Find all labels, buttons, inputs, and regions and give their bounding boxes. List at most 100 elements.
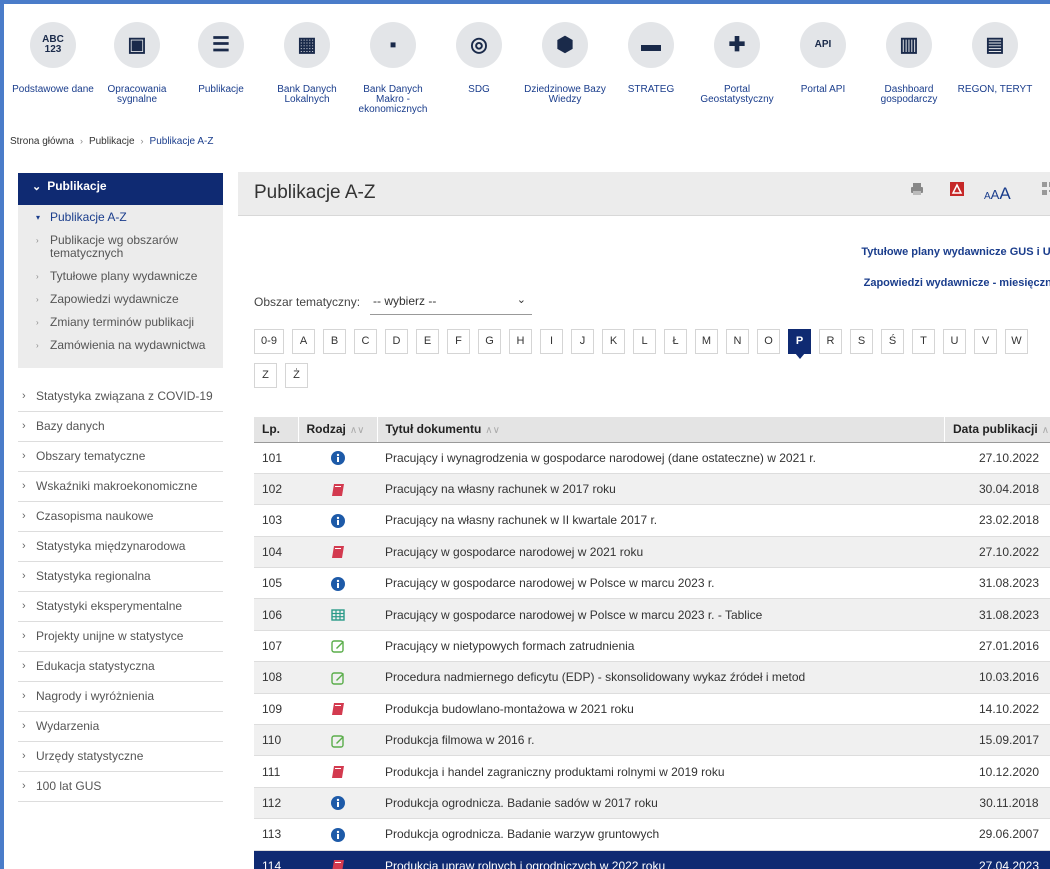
sidebar-subitem[interactable]: › Tytułowe plany wydawnicze	[18, 268, 223, 285]
letter-button[interactable]: 0-9	[254, 329, 284, 354]
sidebar-item[interactable]: › Projekty unijne w statystyce	[18, 622, 223, 652]
pdf-icon[interactable]	[950, 182, 964, 200]
letter-button[interactable]: G	[478, 329, 501, 354]
row-title[interactable]: Procedura nadmiernego deficytu (EDP) - s…	[377, 661, 945, 694]
row-title[interactable]: Produkcja i handel zagraniczny produktam…	[377, 755, 945, 788]
table-row[interactable]: 113 Produkcja ogrodnicza. Badanie warzyw …	[254, 818, 1050, 851]
letter-button[interactable]: J	[571, 329, 594, 354]
column-type[interactable]: Rodzaj ∧∨	[298, 417, 378, 443]
font-large-button[interactable]: A	[999, 184, 1010, 203]
letter-button[interactable]: K	[602, 329, 625, 354]
sidebar-item[interactable]: › Wskaźniki makroekonomiczne	[18, 472, 223, 502]
topic-select[interactable]: -- wybierz -- ⌄	[370, 290, 532, 315]
sidebar-subitem[interactable]: › Zapowiedzi wydawnicze	[18, 291, 223, 308]
sidebar-item[interactable]: › Statystyka regionalna	[18, 562, 223, 592]
letter-button[interactable]: U	[943, 329, 966, 354]
qr-code-icon[interactable]	[1042, 182, 1050, 200]
table-row[interactable]: 112 Produkcja ogrodnicza. Badanie sadów w…	[254, 787, 1050, 820]
table-row[interactable]: 110 Produkcja filmowa w 2016 r. 15.09.2017	[254, 724, 1050, 757]
row-title[interactable]: Produkcja filmowa w 2016 r.	[377, 724, 945, 757]
topnav-item[interactable]: ▬ STRATEG	[608, 22, 694, 95]
sidebar-header-publications[interactable]: ⌄ Publikacje	[18, 173, 223, 205]
sort-icon[interactable]: ∧∨	[1042, 425, 1050, 436]
row-title[interactable]: Pracujący w gospodarce narodowej w Polsc…	[377, 567, 945, 600]
row-title[interactable]: Pracujący i wynagrodzenia w gospodarce n…	[377, 442, 945, 474]
topnav-item[interactable]: ▪ Bank Danych Makro - ekonomicznych	[350, 22, 436, 115]
topnav-item[interactable]: ☰ Publikacje	[178, 22, 264, 95]
table-row[interactable]: 114 Produkcja upraw rolnych i ogrodniczyc…	[254, 850, 1050, 869]
sidebar-item[interactable]: › Edukacja statystyczna	[18, 652, 223, 682]
letter-button[interactable]: H	[509, 329, 532, 354]
sidebar-subitem[interactable]: › Publikacje wg obszarów tematycznych	[18, 232, 223, 262]
letter-button[interactable]: Z	[254, 363, 277, 388]
letter-button[interactable]: O	[757, 329, 780, 354]
row-title[interactable]: Pracujący na własny rachunek w 2017 roku	[377, 473, 945, 506]
letter-button[interactable]: A	[292, 329, 315, 354]
letter-button[interactable]: W	[1005, 329, 1028, 354]
link-title-plans[interactable]: Tytułowe plany wydawnicze GUS i US	[861, 246, 1050, 258]
row-title[interactable]: Produkcja upraw rolnych i ogrodniczych w…	[377, 850, 945, 869]
row-title[interactable]: Produkcja budowlano-montażowa w 2021 rok…	[377, 693, 945, 726]
topnav-item[interactable]: ▣ Opracowania sygnalne	[94, 22, 180, 105]
table-row[interactable]: 111 Produkcja i handel zagraniczny produk…	[254, 755, 1050, 788]
row-title[interactable]: Produkcja ogrodnicza. Badanie warzyw gru…	[377, 818, 945, 851]
sort-icon[interactable]: ∧∨	[485, 425, 500, 436]
sidebar-item[interactable]: › Bazy danych	[18, 412, 223, 442]
row-title[interactable]: Produkcja ogrodnicza. Badanie sadów w 20…	[377, 787, 945, 820]
letter-button[interactable]: L	[633, 329, 656, 354]
sidebar-item[interactable]: › Wydarzenia	[18, 712, 223, 742]
row-title[interactable]: Pracujący w gospodarce narodowej w 2021 …	[377, 536, 945, 569]
row-title[interactable]: Pracujący w nietypowych formach zatrudni…	[377, 630, 945, 663]
breadcrumb-current[interactable]: Publikacje A-Z	[150, 136, 214, 147]
letter-button[interactable]: B	[323, 329, 346, 354]
topnav-item[interactable]: ▦ Bank Danych Lokalnych	[264, 22, 350, 105]
letter-button[interactable]: Ł	[664, 329, 687, 354]
topnav-item[interactable]: ▤ REGON, TERYT	[952, 22, 1038, 95]
sidebar-item[interactable]: › Nagrody i wyróżnienia	[18, 682, 223, 712]
letter-button[interactable]: N	[726, 329, 749, 354]
column-date[interactable]: Data publikacji∧∨	[944, 417, 1050, 443]
table-row[interactable]: 107 Pracujący w nietypowych formach zatru…	[254, 630, 1050, 663]
letter-button[interactable]: D	[385, 329, 408, 354]
sidebar-item[interactable]: › Obszary tematyczne	[18, 442, 223, 472]
sidebar-item[interactable]: › Statystyki eksperymentalne	[18, 592, 223, 622]
sidebar-item[interactable]: › Urzędy statystyczne	[18, 742, 223, 772]
letter-button[interactable]: C	[354, 329, 377, 354]
table-row[interactable]: 108 Procedura nadmiernego deficytu (EDP) …	[254, 661, 1050, 694]
topnav-item[interactable]: ◎ SDG	[436, 22, 522, 95]
table-row[interactable]: 109 Produkcja budowlano-montażowa w 2021 …	[254, 693, 1050, 726]
breadcrumb-publications[interactable]: Publikacje	[89, 136, 135, 147]
sidebar-subitem[interactable]: › Zmiany terminów publikacji	[18, 314, 223, 331]
letter-button[interactable]: I	[540, 329, 563, 354]
letter-button[interactable]: P	[788, 329, 811, 359]
font-small-button[interactable]: A	[984, 191, 991, 202]
letter-button[interactable]: M	[695, 329, 718, 354]
letter-button[interactable]: T	[912, 329, 935, 354]
sidebar-item[interactable]: › Statystyka związana z COVID-19	[18, 382, 223, 412]
row-title[interactable]: Pracujący na własny rachunek w II kwarta…	[377, 504, 945, 537]
row-title[interactable]: Pracujący w gospodarce narodowej w Polsc…	[377, 598, 945, 631]
table-row[interactable]: 104 Pracujący w gospodarce narodowej w 20…	[254, 536, 1050, 569]
topnav-item[interactable]: ABC 123 Podstawowe dane	[10, 22, 96, 95]
link-monthly-announcements[interactable]: Zapowiedzi wydawnicze - miesięczne	[864, 277, 1050, 289]
letter-button[interactable]: R	[819, 329, 842, 354]
sidebar-subitem[interactable]: ▾ Publikacje A-Z	[18, 209, 223, 226]
letter-button[interactable]: E	[416, 329, 439, 354]
sidebar-item[interactable]: › 100 lat GUS	[18, 772, 223, 802]
letter-button[interactable]: Ż	[285, 363, 308, 388]
letter-button[interactable]: F	[447, 329, 470, 354]
table-row[interactable]: 102 Pracujący na własny rachunek w 2017 r…	[254, 473, 1050, 506]
table-row[interactable]: 103 Pracujący na własny rachunek w II kwa…	[254, 504, 1050, 537]
sidebar-item[interactable]: › Czasopisma naukowe	[18, 502, 223, 532]
sidebar-item[interactable]: › Statystyka międzynarodowa	[18, 532, 223, 562]
topnav-item[interactable]: ▥ Dashboard gospodarczy	[866, 22, 952, 105]
topnav-item[interactable]: ⬢ Dziedzinowe Bazy Wiedzy	[522, 22, 608, 105]
topnav-item[interactable]: ✚ Portal Geostatystyczny	[694, 22, 780, 105]
table-row[interactable]: 101 Pracujący i wynagrodzenia w gospodarc…	[254, 442, 1050, 474]
letter-button[interactable]: Ś	[881, 329, 904, 354]
topnav-item[interactable]: API Portal API	[780, 22, 866, 95]
table-row[interactable]: 105 Pracujący w gospodarce narodowej w Po…	[254, 567, 1050, 600]
letter-button[interactable]: S	[850, 329, 873, 354]
breadcrumb-home[interactable]: Strona główna	[10, 136, 74, 147]
column-title[interactable]: Tytuł dokumentu ∧∨	[377, 417, 945, 443]
